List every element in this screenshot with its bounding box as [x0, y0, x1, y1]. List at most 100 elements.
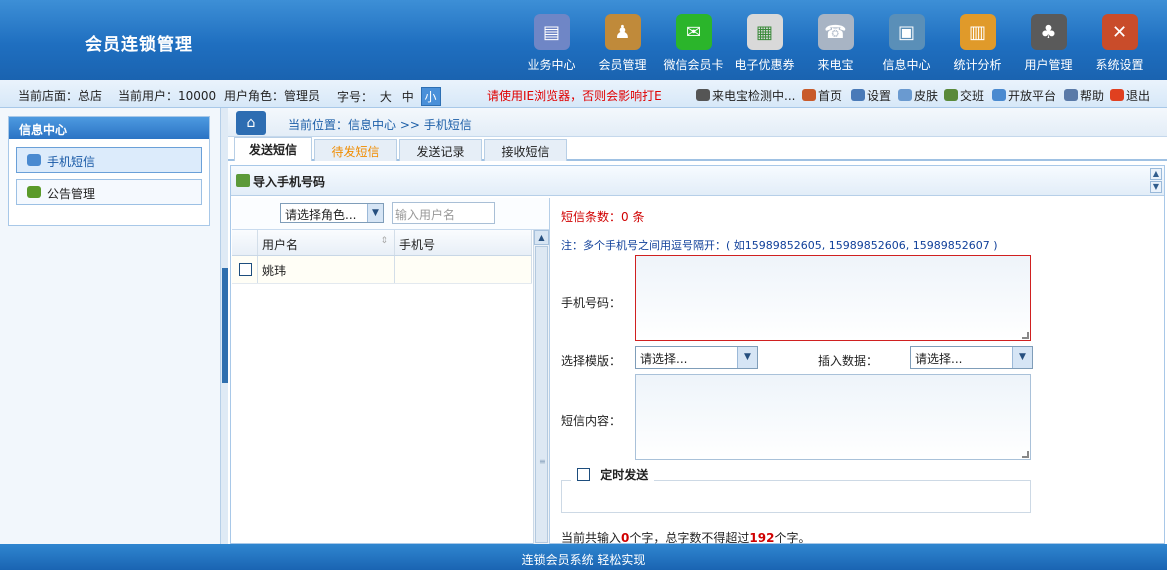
- phone-number-label: 手机号码：: [561, 296, 622, 310]
- sidebar-splitter[interactable]: [220, 108, 228, 544]
- nav-label: 电子优惠券: [734, 58, 795, 72]
- nav-member-management[interactable]: ♟ 会员管理: [587, 8, 658, 74]
- summary-suffix: 个字。: [774, 531, 811, 545]
- shift-change-link[interactable]: 交班: [944, 87, 984, 104]
- link-label: 首页: [818, 89, 843, 103]
- scroll-up-icon[interactable]: ▲: [1150, 168, 1162, 180]
- message-center-icon: ▣: [888, 14, 925, 50]
- chevron-down-icon: ▼: [737, 347, 757, 368]
- role-select[interactable]: 请选择角色... ▼: [280, 203, 384, 223]
- help-link[interactable]: 帮助: [1064, 87, 1104, 104]
- home-link[interactable]: 首页: [802, 87, 842, 104]
- column-header-phone[interactable]: 手机号: [395, 230, 532, 255]
- import-phone-panel: 导入手机号码 ▲ ▼ 请选择角色... ▼ 输入用户名 用户名 ⇕ 手机号 姚玮…: [230, 165, 1165, 545]
- member-management-icon: ♟: [604, 14, 641, 50]
- insert-data-label: 插入数据：: [818, 354, 879, 368]
- role-select-value: 请选择角色...: [285, 208, 357, 222]
- breadcrumb-bar: ⌂ 当前位置：信息中心 >> 手机短信: [228, 108, 1167, 137]
- nav-label: 来电宝: [817, 58, 854, 72]
- nav-label: 信息中心: [882, 58, 931, 72]
- row-checkbox[interactable]: [239, 263, 252, 276]
- footer: 连锁会员系统 轻松实现: [0, 544, 1167, 570]
- nav-telephone[interactable]: ☎ 来电宝: [800, 8, 871, 74]
- nav-wechat-card[interactable]: ✉ 微信会员卡: [658, 8, 729, 74]
- import-icon: [236, 174, 250, 187]
- insert-data-select[interactable]: 请选择... ▼: [910, 346, 1033, 369]
- nav-label: 业务中心: [527, 58, 576, 72]
- scheduled-send-checkbox[interactable]: [577, 468, 590, 481]
- top-header: 会员连锁管理 ▤ 业务中心 ♟ 会员管理 ✉ 微信会员卡 ▦ 电子优惠券 ☎ 来…: [0, 0, 1167, 80]
- username-search-input[interactable]: 输入用户名: [392, 202, 495, 224]
- nav-label: 系统设置: [1095, 58, 1144, 72]
- shift-change-icon: [944, 89, 958, 101]
- panel-title: 导入手机号码: [253, 175, 326, 189]
- link-label: 设置: [867, 89, 892, 103]
- column-label: 用户名: [262, 238, 299, 252]
- bar-chart-icon: ▥: [959, 14, 996, 50]
- sidebar-item-label: 公告管理: [47, 187, 96, 201]
- row-select-cell: [232, 256, 258, 283]
- sidebar-item-sms[interactable]: 手机短信: [16, 147, 202, 173]
- tab-received-sms[interactable]: 接收短信: [484, 139, 567, 161]
- resize-grip-icon: [1022, 332, 1029, 339]
- nav-coupon[interactable]: ▦ 电子优惠券: [729, 8, 800, 74]
- tab-bar: 发送短信 待发短信 发送记录 接收短信: [228, 137, 1167, 161]
- sidebar-title: 信息中心: [9, 117, 209, 139]
- top-navigation: ▤ 业务中心 ♟ 会员管理 ✉ 微信会员卡 ▦ 电子优惠券 ☎ 来电宝 ▣ 信息…: [516, 8, 1155, 74]
- column-header-username[interactable]: 用户名 ⇕: [258, 230, 395, 255]
- nav-user-management[interactable]: ♣ 用户管理: [1013, 8, 1084, 74]
- table-row[interactable]: 姚玮: [232, 256, 532, 284]
- home-icon[interactable]: ⌂: [236, 111, 266, 135]
- nav-business-center[interactable]: ▤ 业务中心: [516, 8, 587, 74]
- scroll-down-icon[interactable]: ▼: [1150, 181, 1162, 193]
- nav-statistics[interactable]: ▥ 统计分析: [942, 8, 1013, 74]
- table-header: 用户名 ⇕ 手机号: [232, 230, 532, 256]
- logout-link[interactable]: 退出: [1110, 87, 1150, 104]
- help-icon: [1064, 89, 1078, 101]
- sms-count: 短信条数：0 条: [561, 210, 645, 224]
- font-size-large-button[interactable]: 大: [377, 88, 395, 105]
- status-info-bar: 当前店面：总店 当前用户：10000 用户角色：管理员 字号： 大 中 小 请使…: [0, 80, 1167, 108]
- user-role: 用户角色：管理员: [224, 89, 321, 103]
- skin-tag-icon: [898, 89, 912, 101]
- username-cell: 姚玮: [258, 256, 395, 283]
- scheduled-send-fieldset: [561, 480, 1031, 513]
- sms-content-label: 短信内容：: [561, 414, 622, 428]
- announcement-icon: [27, 186, 41, 198]
- user-list-scrollbar[interactable]: ▲ ≡: [533, 230, 549, 544]
- current-store: 当前店面：总店: [18, 89, 103, 103]
- char-limit-value: 192: [749, 531, 775, 545]
- nav-system-settings[interactable]: ✕ 系统设置: [1084, 8, 1155, 74]
- tab-send-records[interactable]: 发送记录: [399, 139, 482, 161]
- tab-pending-sms[interactable]: 待发短信: [314, 139, 397, 161]
- skin-link[interactable]: 皮肤: [898, 87, 938, 104]
- settings-link[interactable]: 设置: [851, 87, 891, 104]
- template-select-value: 请选择...: [640, 352, 688, 366]
- scrollbar-thumb[interactable]: ≡: [535, 246, 548, 543]
- nav-message-center[interactable]: ▣ 信息中心: [871, 8, 942, 74]
- breadcrumb: 当前位置：信息中心 >> 手机短信: [288, 118, 472, 132]
- tab-send-sms[interactable]: 发送短信: [234, 137, 312, 161]
- sms-form: 短信条数：0 条 注：多个手机号之间用逗号隔开：( 如15989852605, …: [557, 198, 1163, 545]
- summary-prefix: 当前共输入: [561, 531, 622, 545]
- settings-user-icon: [851, 89, 865, 101]
- app-brand-title: 会员连锁管理: [85, 35, 193, 55]
- insert-data-select-value: 请选择...: [915, 352, 963, 366]
- nav-label: 微信会员卡: [663, 58, 724, 72]
- sms-icon: [27, 154, 41, 166]
- font-size-medium-button[interactable]: 中: [399, 88, 417, 105]
- scheduled-send-label: 定时发送: [600, 468, 649, 482]
- resize-grip-icon: [1022, 451, 1029, 458]
- sidebar-menu: 信息中心 手机短信 公告管理: [8, 116, 210, 226]
- font-size-small-button[interactable]: 小: [420, 87, 441, 106]
- template-select[interactable]: 请选择... ▼: [635, 346, 758, 369]
- open-platform-link[interactable]: 开放平台: [992, 87, 1056, 104]
- sms-content-textarea[interactable]: [635, 374, 1031, 460]
- sidebar-item-announcement[interactable]: 公告管理: [16, 179, 202, 205]
- scroll-up-icon[interactable]: ▲: [534, 230, 549, 245]
- nav-label: 统计分析: [953, 58, 1002, 72]
- user-table: 用户名 ⇕ 手机号 姚玮: [232, 230, 532, 284]
- sort-icon: ⇕: [380, 236, 388, 246]
- phone-number-textarea[interactable]: [635, 255, 1031, 341]
- link-label: 退出: [1126, 89, 1151, 103]
